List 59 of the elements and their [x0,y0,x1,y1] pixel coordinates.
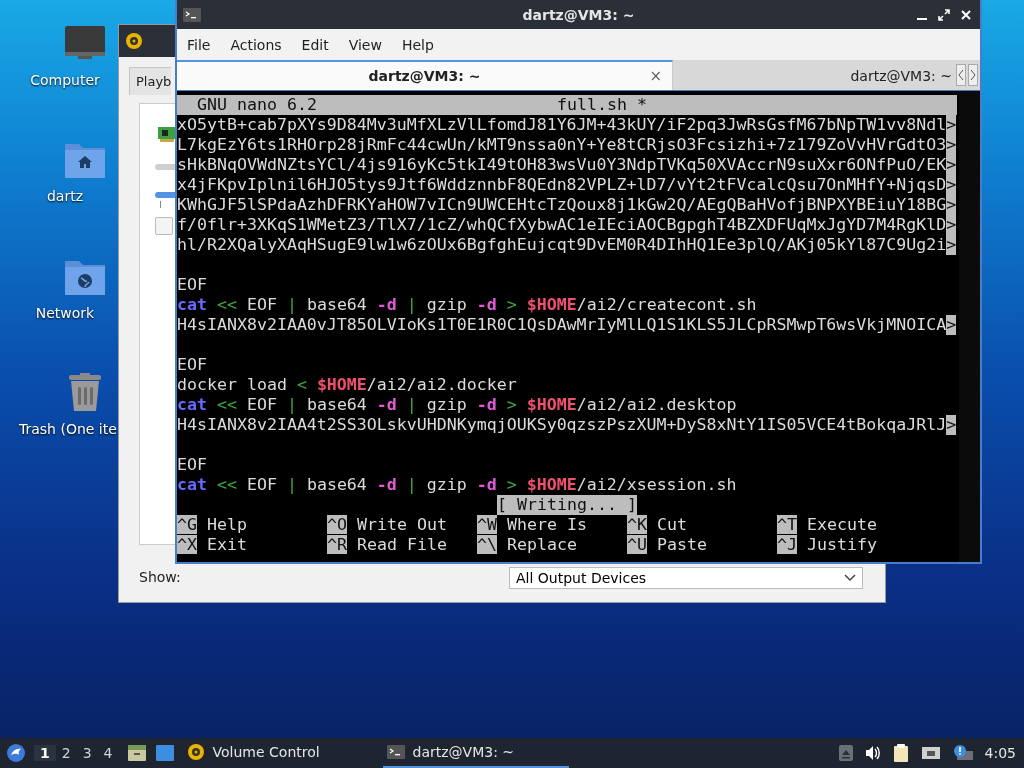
tab[interactable]: dartz@VM3: ~ × [177,60,673,90]
checkbox[interactable] [155,217,173,235]
shortcut-hint: ^U Paste [627,535,708,555]
code-line: EOF [177,275,208,295]
shortcut-hint: ^X Exit [177,535,248,555]
device-dropdown[interactable]: All Output Devices [509,567,863,589]
shortcut-hint: ^W Where Is [477,515,588,535]
clipboard-icon[interactable] [892,743,909,763]
taskbar-button[interactable]: dartz@VM3: ~ [382,738,569,768]
file-name: full.sh * [557,95,647,115]
workspace-button[interactable]: 1 [34,745,56,761]
chevron-left-icon[interactable] [956,64,966,86]
menu-item[interactable]: View [338,36,392,53]
speaker-app-icon [186,743,205,761]
icon-label[interactable]: dartz [46,188,84,204]
icon-label[interactable]: Trash (One ite [19,421,117,437]
menu-item[interactable]: Help [391,36,444,53]
terminal-icon [183,7,201,22]
icon-label[interactable]: Network [35,305,95,321]
shortcut-hint: ^\ Replace [477,535,578,555]
tab[interactable]: Playb [129,67,172,95]
chevron-right-icon[interactable] [968,64,978,86]
code-line: cat << EOF | base64 -d | gzip -d > $HOME/ai2/xsession.sh [177,475,738,495]
shortcut-hint: ^K Cut [627,515,688,535]
shortcut-hint: ^O Write Out [327,515,448,535]
code-line: cat << EOF | base64 -d | gzip -d > $HOME/ai2/createcont.sh [177,295,758,315]
file-manager-icon[interactable] [126,744,147,762]
volume-icon[interactable] [864,745,881,761]
maximize-icon[interactable] [938,8,950,21]
desktop-icon[interactable] [154,744,175,762]
workspace-button[interactable]: 3 [76,745,98,761]
code-line: EOF [177,355,208,375]
workspace-button[interactable]: 4 [97,745,119,761]
workspace-button[interactable]: 2 [55,745,77,761]
network-icon[interactable] [920,745,941,761]
show-label: Show: [139,569,181,585]
status-message: [ Writing... ] [497,495,637,515]
code-line: cat << EOF | base64 -d | gzip -d > $HOME/ai2/ai2.desktop [177,395,738,415]
chevron-down-icon [844,574,856,582]
shortcut-hint: ^G Help [177,515,248,535]
menu-item[interactable]: File [177,36,221,53]
shortcut-hint: ^J Justify [777,535,878,555]
speaker-app-icon [125,32,143,50]
shortcut-hint: ^R Read File [327,535,448,555]
menu-item[interactable]: Edit [291,36,339,53]
shortcut-hint: ^T Execute [777,515,878,535]
code-line: EOF [177,455,208,475]
clock[interactable]: 4:05 [984,745,1016,761]
terminal-icon [386,743,405,761]
taskbar-button[interactable]: Volume Control [182,738,369,768]
tab[interactable]: dartz@VM3: ~ [673,60,954,90]
menu-item[interactable]: Actions [220,36,292,53]
code-line: docker load < $HOME/ai2/ai2.docker [177,375,518,395]
start-menu-icon[interactable] [6,743,26,763]
close-icon[interactable] [960,8,972,21]
editor-version: GNU nano 6.2 [196,95,318,115]
close-tab-button[interactable]: × [649,67,662,85]
window-title: dartz@VM3: ~ [521,6,636,23]
notification-icon[interactable] [952,744,973,762]
